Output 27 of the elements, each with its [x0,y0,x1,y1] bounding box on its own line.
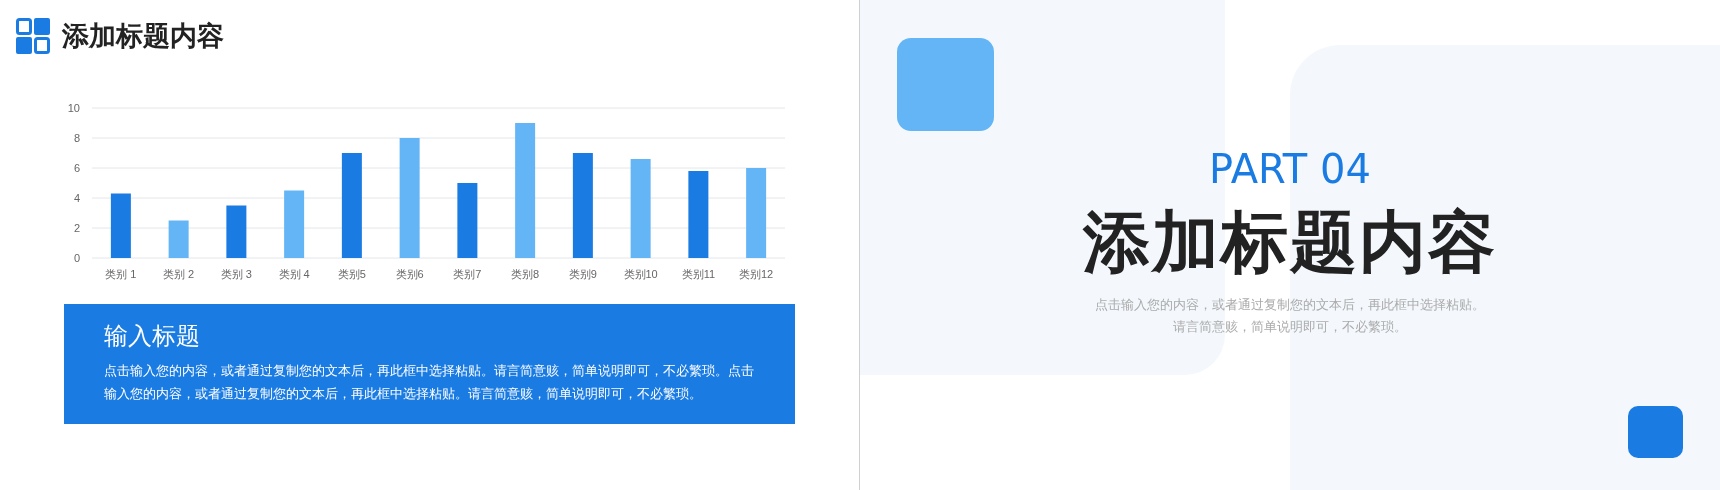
box-text: 点击输入您的内容，或者通过复制您的文本后，再此框中选择粘贴。请言简意赅，简单说明即可，不必繁琐。点击输入您的内容，或者通过复制您的文本后，再此框中选择粘贴。请言简意赅，简单说明即可，不必繁琐。 [104,363,754,403]
category-label: 类别 3 [220,268,252,280]
category-label: 类别 4 [278,268,310,280]
grid-icon [16,18,50,54]
category-label: 类别8 [511,268,540,280]
category-label: 类别9 [568,268,597,280]
y-tick-label: 6 [73,162,80,174]
y-tick-label: 8 [73,132,80,144]
subtitle-text: 请言简意赅，简单说明即可，不必繁琐。 [1173,319,1407,336]
box-heading: 输入标题 [104,321,200,351]
category-label: 类别5 [337,268,366,280]
category-label: 类别6 [395,268,424,280]
y-tick-label: 2 [73,222,80,234]
category-label: 类别12 [739,268,774,280]
decor-square [1628,406,1683,458]
category-label: 类别11 [681,268,716,280]
slide-title: 添加标题内容 [62,20,224,53]
y-tick-label: 4 [73,192,80,204]
part-number: PART 04 [1209,145,1371,194]
y-tick-label: 10 [67,102,80,114]
category-label: 类别10 [623,268,658,280]
category-label: 类别 1 [105,268,137,280]
section-title: 添加标题内容 [1083,203,1497,281]
category-label: 类别7 [453,268,482,280]
category-label: 类别 2 [163,268,195,280]
subtitle-text: 点击输入您的内容，或者通过复制您的文本后，再此框中选择粘贴。 [1095,297,1485,314]
y-tick-label: 0 [73,252,80,264]
